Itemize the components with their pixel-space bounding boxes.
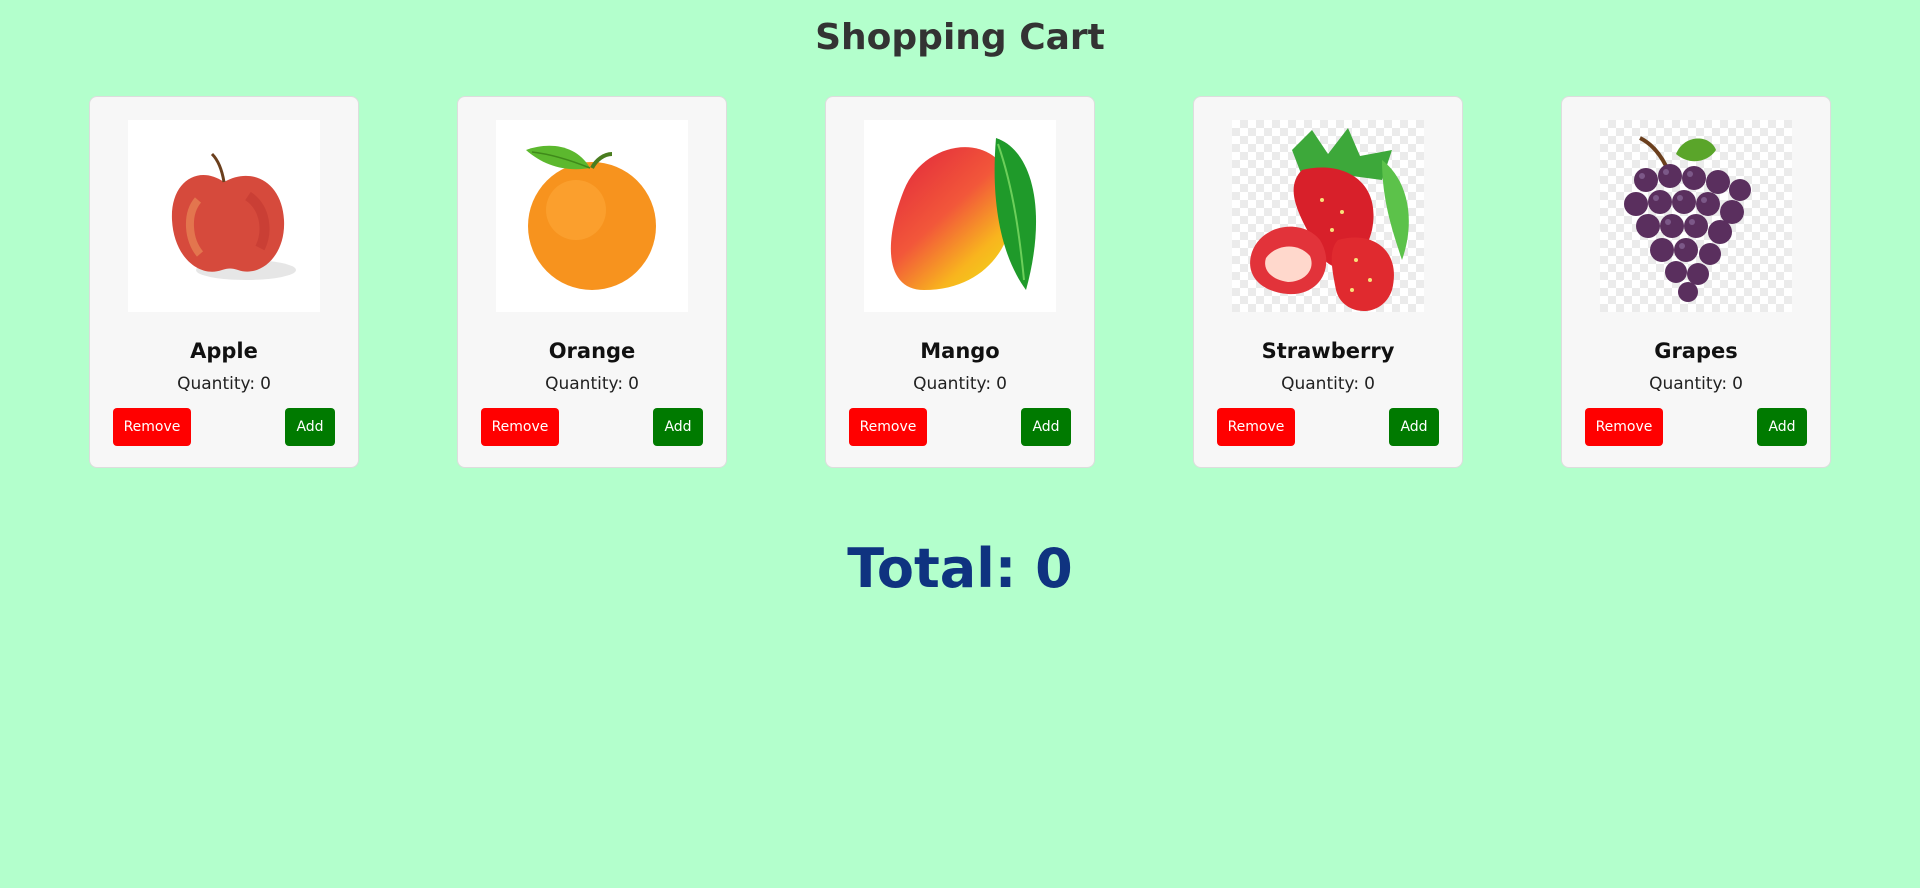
add-button[interactable]: Add [1757, 408, 1807, 446]
product-name: Mango [920, 339, 1000, 363]
remove-button[interactable]: Remove [481, 408, 559, 446]
add-button[interactable]: Add [1021, 408, 1071, 446]
total-value: 0 [1035, 537, 1073, 600]
product-card-mango: Mango Quantity: 0 Remove Add [825, 96, 1095, 468]
product-list: Apple Quantity: 0 Remove Add Orange Quant… [0, 96, 1920, 468]
product-name: Grapes [1654, 339, 1738, 363]
product-card-grapes: Grapes Quantity: 0 Remove Add [1561, 96, 1831, 468]
quantity-value: 0 [260, 374, 271, 394]
remove-button[interactable]: Remove [1585, 408, 1663, 446]
product-card-apple: Apple Quantity: 0 Remove Add [89, 96, 359, 468]
page-title: Shopping Cart [815, 17, 1105, 58]
remove-button[interactable]: Remove [849, 408, 927, 446]
product-quantity: Quantity: 0 [826, 374, 1094, 394]
add-button[interactable]: Add [285, 408, 335, 446]
remove-button[interactable]: Remove [1217, 408, 1295, 446]
quantity-label: Quantity: [177, 374, 256, 394]
apple-image [128, 120, 320, 312]
quantity-value: 0 [996, 374, 1007, 394]
quantity-label: Quantity: [1649, 374, 1728, 394]
quantity-value: 0 [1364, 374, 1375, 394]
quantity-label: Quantity: [913, 374, 992, 394]
product-card-strawberry: Strawberry Quantity: 0 Remove Add [1193, 96, 1463, 468]
quantity-value: 0 [1732, 374, 1743, 394]
orange-image [496, 120, 688, 312]
cart-total: Total: 0 [0, 536, 1920, 602]
product-card-orange: Orange Quantity: 0 Remove Add [457, 96, 727, 468]
remove-button[interactable]: Remove [113, 408, 191, 446]
grapes-image [1600, 120, 1792, 312]
add-button[interactable]: Add [1389, 408, 1439, 446]
total-label: Total: [847, 537, 1017, 600]
mango-image [864, 120, 1056, 312]
product-quantity: Quantity: 0 [90, 374, 358, 394]
quantity-label: Quantity: [545, 374, 624, 394]
product-name: Orange [548, 339, 636, 363]
quantity-label: Quantity: [1281, 374, 1360, 394]
product-quantity: Quantity: 0 [458, 374, 726, 394]
product-quantity: Quantity: 0 [1194, 374, 1462, 394]
product-quantity: Quantity: 0 [1562, 374, 1830, 394]
product-name: Strawberry [1261, 339, 1395, 363]
quantity-value: 0 [628, 374, 639, 394]
add-button[interactable]: Add [653, 408, 703, 446]
product-name: Apple [190, 339, 258, 363]
strawberry-image [1232, 120, 1424, 312]
